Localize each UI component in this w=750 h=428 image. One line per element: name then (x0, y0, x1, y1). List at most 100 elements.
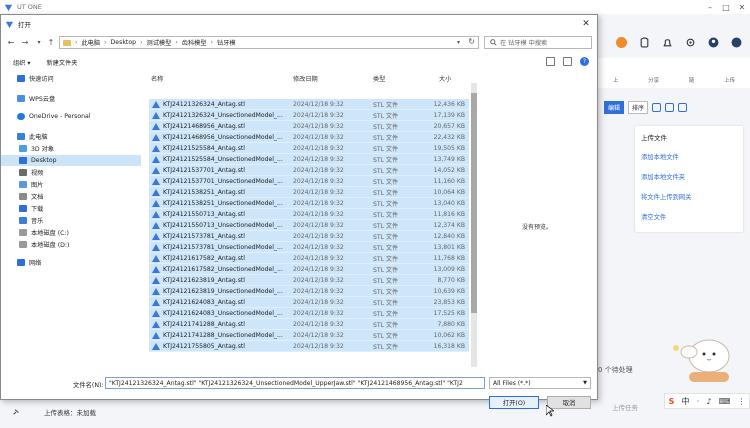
file-row[interactable]: KTJ24121537701_Antag.stl 2024/12/18 9:32 S… (149, 165, 469, 176)
file-row[interactable]: KTJ24121623819_UnsectionedModel_... 2024/… (149, 286, 469, 297)
file-name: KTJ24121537701_Antag.stl (163, 166, 245, 174)
home-icon[interactable] (678, 102, 688, 112)
shirt-icon[interactable] (639, 37, 650, 48)
file-row[interactable]: KTJ24121538251_Antag.stl 2024/12/18 9:32 S… (149, 187, 469, 198)
view-options-icon[interactable] (546, 57, 555, 66)
recent-dropdown-icon[interactable]: ▾ (33, 36, 45, 49)
breadcrumb-item[interactable]: 测试模型 (147, 38, 172, 47)
up-arrow-icon[interactable]: ↑ (45, 36, 57, 49)
bell-icon[interactable] (662, 37, 673, 48)
forward-arrow-icon[interactable]: → (19, 36, 31, 49)
search-input[interactable]: 在 钻牙模 中搜索 (484, 36, 592, 49)
file-row[interactable]: KTJ24121537701_UnsectionedModel_... 2024/… (149, 176, 469, 187)
file-row[interactable]: KTJ24121573781_Antag.stl 2024/12/18 9:32 S… (149, 231, 469, 242)
add-local-file-link[interactable]: 添加本地文件 (641, 152, 737, 161)
help-icon[interactable] (731, 37, 742, 48)
file-row[interactable]: KTJ24121525584_UnsectionedModel_... 2024/… (149, 154, 469, 165)
file-row[interactable]: KTJ24121326324_UnsectionedModel_... 2024/… (149, 110, 469, 121)
ime-keyboard-icon[interactable]: ⌨ (719, 397, 731, 406)
new-folder-button[interactable]: 新建文件夹 (46, 58, 77, 67)
preview-pane-icon[interactable] (563, 57, 572, 66)
file-row[interactable]: KTJ24121538251_UnsectionedModel_... 2024/… (149, 198, 469, 209)
settings-icon[interactable] (685, 37, 696, 48)
nav-item-documents[interactable]: 文档 (1, 191, 141, 202)
file-size: 13,009 KB (433, 265, 465, 273)
sort-button[interactable]: 排序 (628, 100, 649, 114)
column-header-type[interactable]: 类型 (373, 73, 385, 84)
add-local-folder-link[interactable]: 添加本地文件夹 (641, 172, 737, 181)
minimize-icon[interactable]: – (702, 0, 718, 14)
attach-icon[interactable] (665, 102, 675, 112)
breadcrumb-item[interactable]: Desktop (111, 39, 137, 46)
organize-menu[interactable]: 组织 ▾ (13, 58, 30, 67)
close-icon[interactable]: ✕ (734, 0, 750, 14)
file-row[interactable]: KTJ24121550713_Antag.stl 2024/12/18 9:32 S… (149, 209, 469, 220)
file-size: 7,880 KB (437, 320, 465, 328)
app-nav-item[interactable]: 链 (689, 76, 695, 84)
nav-item-onedrive[interactable]: OneDrive - Personal (1, 111, 141, 122)
refresh-icon[interactable]: ↻ (468, 37, 475, 46)
nav-item-desktop[interactable]: Desktop (1, 155, 141, 166)
nav-item-music[interactable]: 音乐 (1, 215, 141, 226)
tag-icon[interactable] (652, 102, 662, 112)
open-button[interactable]: 打开(O) (489, 396, 539, 409)
file-type-select[interactable]: All Files (*.*) ▼ (489, 377, 591, 389)
file-row[interactable]: KTJ24121741288_UnsectionedModel_... 2024/… (149, 330, 469, 341)
filename-input[interactable]: "KTJ24121326324_Antag.stl" "KTJ241213263… (105, 377, 485, 389)
file-row[interactable]: KTJ24121573781_UnsectionedModel_... 2024/… (149, 242, 469, 253)
nav-item-drive-c[interactable]: 本地磁盘 (C:) (1, 227, 141, 238)
ime-mic-icon[interactable]: ♪ (706, 397, 711, 406)
upload-to-gateway-link[interactable]: 将文件上传到网关 (641, 192, 737, 201)
file-row[interactable]: KTJ24121617582_UnsectionedModel_... 2024/… (149, 264, 469, 275)
file-size: 12,436 KB (433, 100, 465, 108)
edit-button[interactable]: 编辑 (604, 100, 625, 114)
ime-more-icon[interactable]: ⋮ (737, 397, 745, 406)
app-nav-item[interactable]: 上传 (724, 76, 735, 84)
file-row[interactable]: KTJ24121468956_UnsectionedModel_... 2024/… (149, 132, 469, 143)
file-row[interactable]: KTJ24121468956_Antag.stl 2024/12/18 9:32 S… (149, 121, 469, 132)
stl-file-icon (152, 321, 160, 328)
nav-item-drive-d[interactable]: 本地磁盘 (D:) (1, 239, 141, 250)
nav-item-3d-objects[interactable]: 3D 对象 (1, 143, 141, 154)
file-row[interactable]: KTJ24121525584_Antag.stl 2024/12/18 9:32 S… (149, 143, 469, 154)
nav-item-pictures[interactable]: 图片 (1, 179, 141, 190)
back-arrow-icon[interactable]: ← (5, 36, 17, 49)
column-header-size[interactable]: 大小 (439, 73, 451, 84)
column-header-name[interactable]: 名称 (151, 73, 163, 84)
file-name: KTJ24121550713_Antag.stl (163, 210, 245, 218)
app-nav-item[interactable]: 分享 (648, 76, 659, 84)
column-header-date[interactable]: 修改日期 (293, 73, 318, 84)
nav-item-downloads[interactable]: 下载 (1, 203, 141, 214)
file-row[interactable]: KTJ24121741288_Antag.stl 2024/12/18 9:32 S… (149, 319, 469, 330)
clear-files-link[interactable]: 清空文件 (641, 212, 737, 221)
file-row[interactable]: KTJ24121755805_Antag.stl 2024/12/18 9:32 S… (149, 341, 469, 352)
help-icon[interactable]: ? (580, 57, 589, 66)
nav-item-this-pc[interactable]: 此电脑 (1, 131, 141, 142)
breadcrumb-item[interactable]: 钻牙模 (217, 38, 236, 47)
scrollbar-thumb[interactable] (471, 93, 477, 313)
nav-item-quick-access[interactable]: 快速访问 (1, 73, 141, 84)
file-row[interactable]: KTJ24121326324_Antag.stl 2024/12/18 9:32 S… (149, 99, 469, 110)
nav-item-network[interactable]: 网络 (1, 257, 141, 268)
app-nav-item[interactable]: 上 (613, 76, 619, 84)
file-list-scrollbar[interactable] (471, 83, 477, 367)
user-icon[interactable] (708, 37, 719, 48)
file-row[interactable]: KTJ24121624083_UnsectionedModel_... 2024/… (149, 308, 469, 319)
nav-item-videos[interactable]: 视频 (1, 167, 141, 178)
address-dropdown-icon[interactable]: ▾ (457, 39, 460, 46)
app-logo-circle-icon[interactable] (616, 36, 627, 48)
nav-item-wps-cloud[interactable]: WPS云盘 (1, 93, 141, 104)
breadcrumb-item[interactable]: 此电脑 (81, 38, 100, 47)
breadcrumb-item[interactable]: 齿科模型 (182, 38, 207, 47)
file-row[interactable]: KTJ24121550713_UnsectionedModel_... 2024/… (149, 220, 469, 231)
maximize-icon[interactable]: □ (718, 0, 734, 14)
file-row[interactable]: KTJ24121624083_Antag.stl 2024/12/18 9:32 S… (149, 297, 469, 308)
ime-punct-icon[interactable]: · (697, 397, 700, 406)
ime-mode[interactable]: 中 (682, 396, 690, 407)
pin-icon[interactable] (12, 408, 20, 416)
file-date: 2024/12/18 9:32 (293, 122, 344, 130)
file-row[interactable]: KTJ24121617582_Antag.stl 2024/12/18 9:32 S… (149, 253, 469, 264)
file-row[interactable]: KTJ24121623819_Antag.stl 2024/12/18 9:32 S… (149, 275, 469, 286)
address-bar[interactable]: › 此电脑 › Desktop › 测试模型 › 齿科模型 › 钻牙模 ▾ ↻ (59, 36, 479, 49)
dialog-close-icon[interactable]: ✕ (579, 17, 593, 31)
